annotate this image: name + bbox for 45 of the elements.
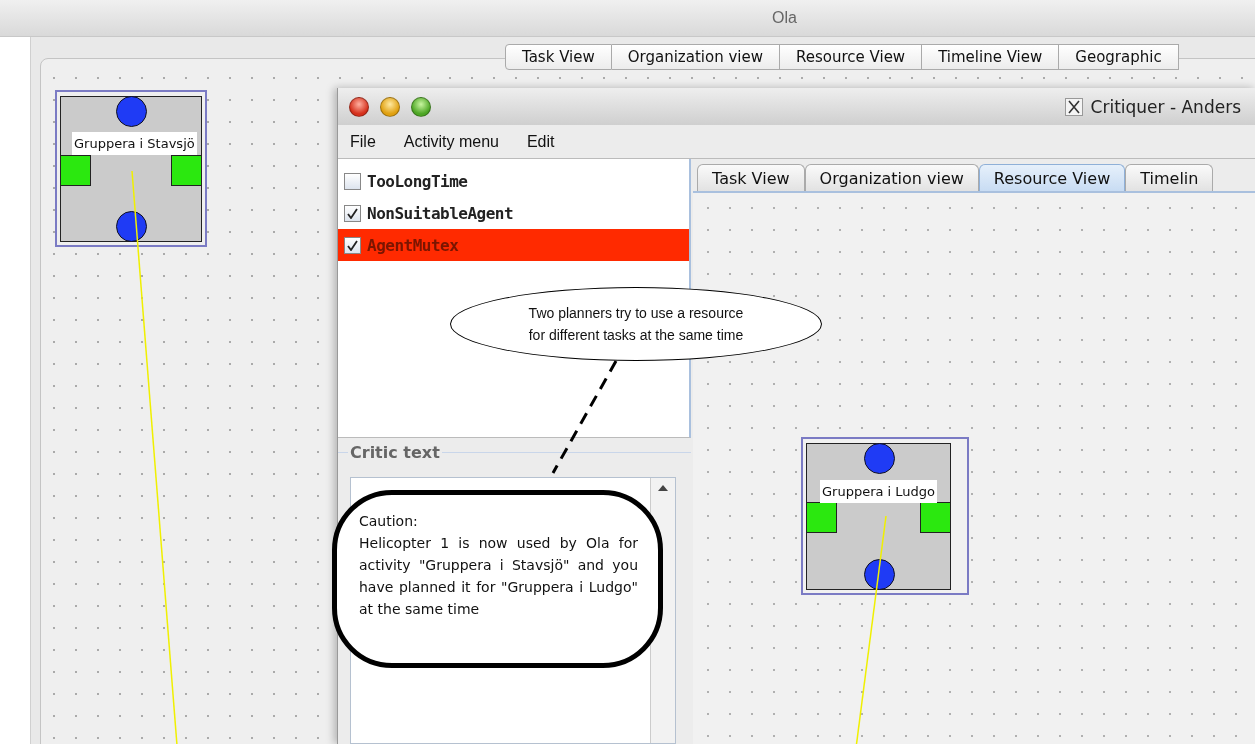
port-circle: [863, 559, 895, 590]
tab[interactable]: Resource View: [978, 164, 1126, 191]
critic-label: AgentMutex: [367, 235, 459, 255]
checkbox[interactable]: [344, 236, 361, 254]
connector-square: [806, 502, 837, 533]
tab[interactable]: Timelin: [1125, 164, 1214, 191]
callout-title: Caution:: [359, 512, 419, 531]
tab[interactable]: Organization view: [611, 44, 780, 70]
tab[interactable]: Geographic: [1059, 44, 1179, 70]
checkbox[interactable]: [344, 172, 361, 190]
port-circle: [863, 443, 895, 474]
window-title: Critiquer - Anders: [1090, 96, 1241, 117]
node-label: Gruppera i Ludgo: [820, 480, 938, 503]
tab[interactable]: Organization view: [804, 164, 979, 191]
x-window-icon: [1064, 97, 1083, 116]
critic-label: TooLongTime: [367, 171, 468, 191]
port-circle: [116, 96, 147, 127]
scroll-up-icon[interactable]: [657, 484, 669, 492]
port-circle: [116, 211, 147, 242]
close-button[interactable]: [349, 96, 369, 117]
callout-text: Helicopter 1 is now used by Ola for activity "Gruppera i Stavsjö" and you have planned it for "Gruppera i Ludgo" at the same time: [359, 534, 638, 619]
tab[interactable]: Timeline View: [922, 44, 1060, 70]
critic-row[interactable]: NonSuitableAgent: [338, 197, 689, 229]
connector-square: [171, 155, 202, 186]
connector-square: [920, 502, 951, 533]
menu-item[interactable]: Edit: [526, 132, 555, 151]
node-label: Gruppera i Stavsjö: [72, 132, 197, 155]
selection-frame[interactable]: Gruppera i Ludgo: [801, 437, 969, 595]
checkmark-icon: [347, 239, 358, 251]
selection-frame[interactable]: Gruppera i Stavsjö: [55, 90, 207, 247]
menu-item[interactable]: Activity menu: [403, 132, 499, 151]
zoom-button[interactable]: [411, 96, 431, 117]
task-node[interactable]: [806, 443, 951, 590]
tab[interactable]: Task View: [505, 44, 612, 70]
callout-text: Two planners try to use a resource for different tasks at the same time: [527, 304, 745, 345]
menu-item[interactable]: File: [350, 132, 376, 151]
tab[interactable]: Resource View: [779, 44, 923, 70]
window-title: Ola: [772, 9, 797, 27]
checkbox[interactable]: [344, 204, 361, 222]
critic-row[interactable]: TooLongTime: [338, 165, 689, 197]
minimize-button[interactable]: [380, 96, 400, 117]
tab[interactable]: Task View: [697, 164, 805, 191]
critic-label: NonSuitableAgent: [367, 203, 514, 223]
connector-square: [60, 155, 91, 186]
checkmark-icon: [347, 207, 358, 219]
